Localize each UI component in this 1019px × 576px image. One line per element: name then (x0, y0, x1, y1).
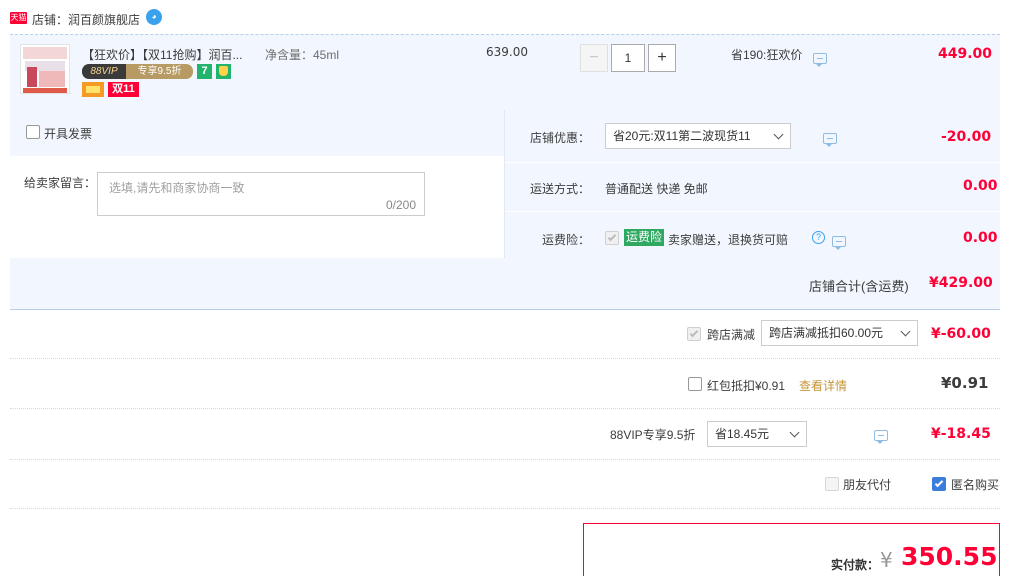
cross-store-amount: ¥-60.00 (931, 326, 991, 342)
vip88-select[interactable]: 省18.45元 (707, 421, 807, 447)
payment-amount: 350.55 (901, 542, 998, 571)
delivery-label: 运送方式： (530, 182, 591, 196)
cross-store-checkbox (687, 327, 701, 341)
tmall-badge: 天猫 (10, 12, 27, 24)
anonymous-checkbox[interactable] (932, 477, 946, 491)
invoice-checkbox[interactable] (26, 125, 40, 139)
store-discount-label: 店铺优惠： (530, 131, 591, 145)
red-packet-details-link[interactable]: 查看详情 (799, 377, 847, 394)
chevron-down-icon (773, 129, 784, 140)
quantity-plus-button[interactable]: + (648, 44, 676, 72)
store-discount-amount: -20.00 (941, 129, 992, 145)
shop-name-link[interactable]: 润百颜旗舰店 (68, 11, 140, 28)
double11-badge: 双11 (108, 82, 139, 97)
invoice-label: 开具发票 (44, 127, 93, 141)
quantity-minus-button[interactable]: − (580, 44, 608, 72)
vip-badge-left: 88VIP (82, 64, 126, 79)
guarantee-icon (216, 64, 231, 79)
coupon-icon (82, 82, 104, 97)
vip88-amount: ¥-18.45 (931, 426, 991, 442)
store-discount-info-icon[interactable] (823, 133, 838, 148)
wangwang-chat-icon[interactable]: ◕ (146, 9, 162, 25)
vip-badge-right: 专享9.5折 (126, 64, 193, 79)
seven-day-return-icon: 7 (197, 64, 212, 79)
store-total-amount: ¥429.00 (929, 275, 993, 291)
store-total-label: 店铺合计(含运费) (809, 279, 909, 294)
chevron-down-icon (789, 427, 800, 438)
cross-store-select[interactable]: 跨店满减抵扣60.00元 (761, 320, 918, 346)
red-packet-label: 红包抵扣¥0.91 (707, 379, 786, 393)
delivery-amount: 0.00 (963, 178, 998, 194)
insurance-chat-icon[interactable] (831, 236, 846, 251)
vip88-selected: 省18.45元 (715, 427, 770, 441)
item-subtotal: 449.00 (938, 46, 993, 62)
quantity-stepper: − 1 + (580, 44, 676, 72)
vip88-info-icon[interactable] (874, 430, 889, 445)
store-discount-select[interactable]: 省20元:双11第二波现货11 (605, 123, 791, 149)
insurance-checkbox (605, 231, 619, 245)
store-discount-selected: 省20元:双11第二波现货11 (613, 129, 751, 143)
item-title-link[interactable]: 【狂欢价】【双11抢购】润百... (82, 46, 242, 63)
red-packet-checkbox[interactable] (688, 377, 702, 391)
shop-label: 店铺： (32, 13, 69, 27)
insurance-desc: 卖家赠送，退换货可赔 (668, 233, 789, 247)
vip-badge: 88VIP 专享9.5折 (82, 64, 193, 79)
quantity-input[interactable]: 1 (611, 44, 645, 72)
insurance-badge: 运费险 (624, 229, 665, 246)
message-placeholder: 选填,请先和商家协商一致 (109, 181, 245, 195)
payment-currency: ¥ (880, 548, 893, 572)
vip88-label: 88VIP专享9.5折 (610, 428, 696, 442)
promo-info-icon[interactable] (813, 53, 827, 68)
help-icon[interactable]: ? (812, 231, 825, 244)
message-label: 给卖家留言： (24, 176, 97, 190)
red-packet-amount: ¥0.91 (941, 374, 989, 392)
shop-header: 天猫 店铺： 润百颜旗舰店 ◕ (10, 8, 1000, 30)
cross-store-selected: 跨店满减抵扣60.00元 (769, 326, 884, 340)
anonymous-label: 匿名购买 (951, 478, 1000, 492)
payment-summary-box: 实付款： ¥ 350.55 (583, 523, 1000, 576)
insurance-label: 运费险： (542, 233, 591, 247)
item-thumbnail[interactable] (20, 44, 70, 94)
friend-pay-label: 朋友代付 (843, 478, 892, 492)
friend-pay-checkbox[interactable] (825, 477, 839, 491)
payment-label: 实付款： (831, 558, 880, 572)
item-unit-price: 639.00 (486, 45, 528, 59)
cross-store-label: 跨店满减 (707, 328, 756, 342)
message-counter: 0/200 (385, 198, 416, 212)
delivery-value: 普通配送 快递 免邮 (605, 182, 708, 196)
chevron-down-icon (900, 326, 911, 337)
item-promo-text: 省190:狂欢价 (731, 48, 803, 62)
item-spec: 净含量：45ml (265, 48, 340, 62)
message-textarea[interactable]: 选填,请先和商家协商一致 0/200 (97, 172, 425, 216)
insurance-amount: 0.00 (963, 230, 998, 246)
